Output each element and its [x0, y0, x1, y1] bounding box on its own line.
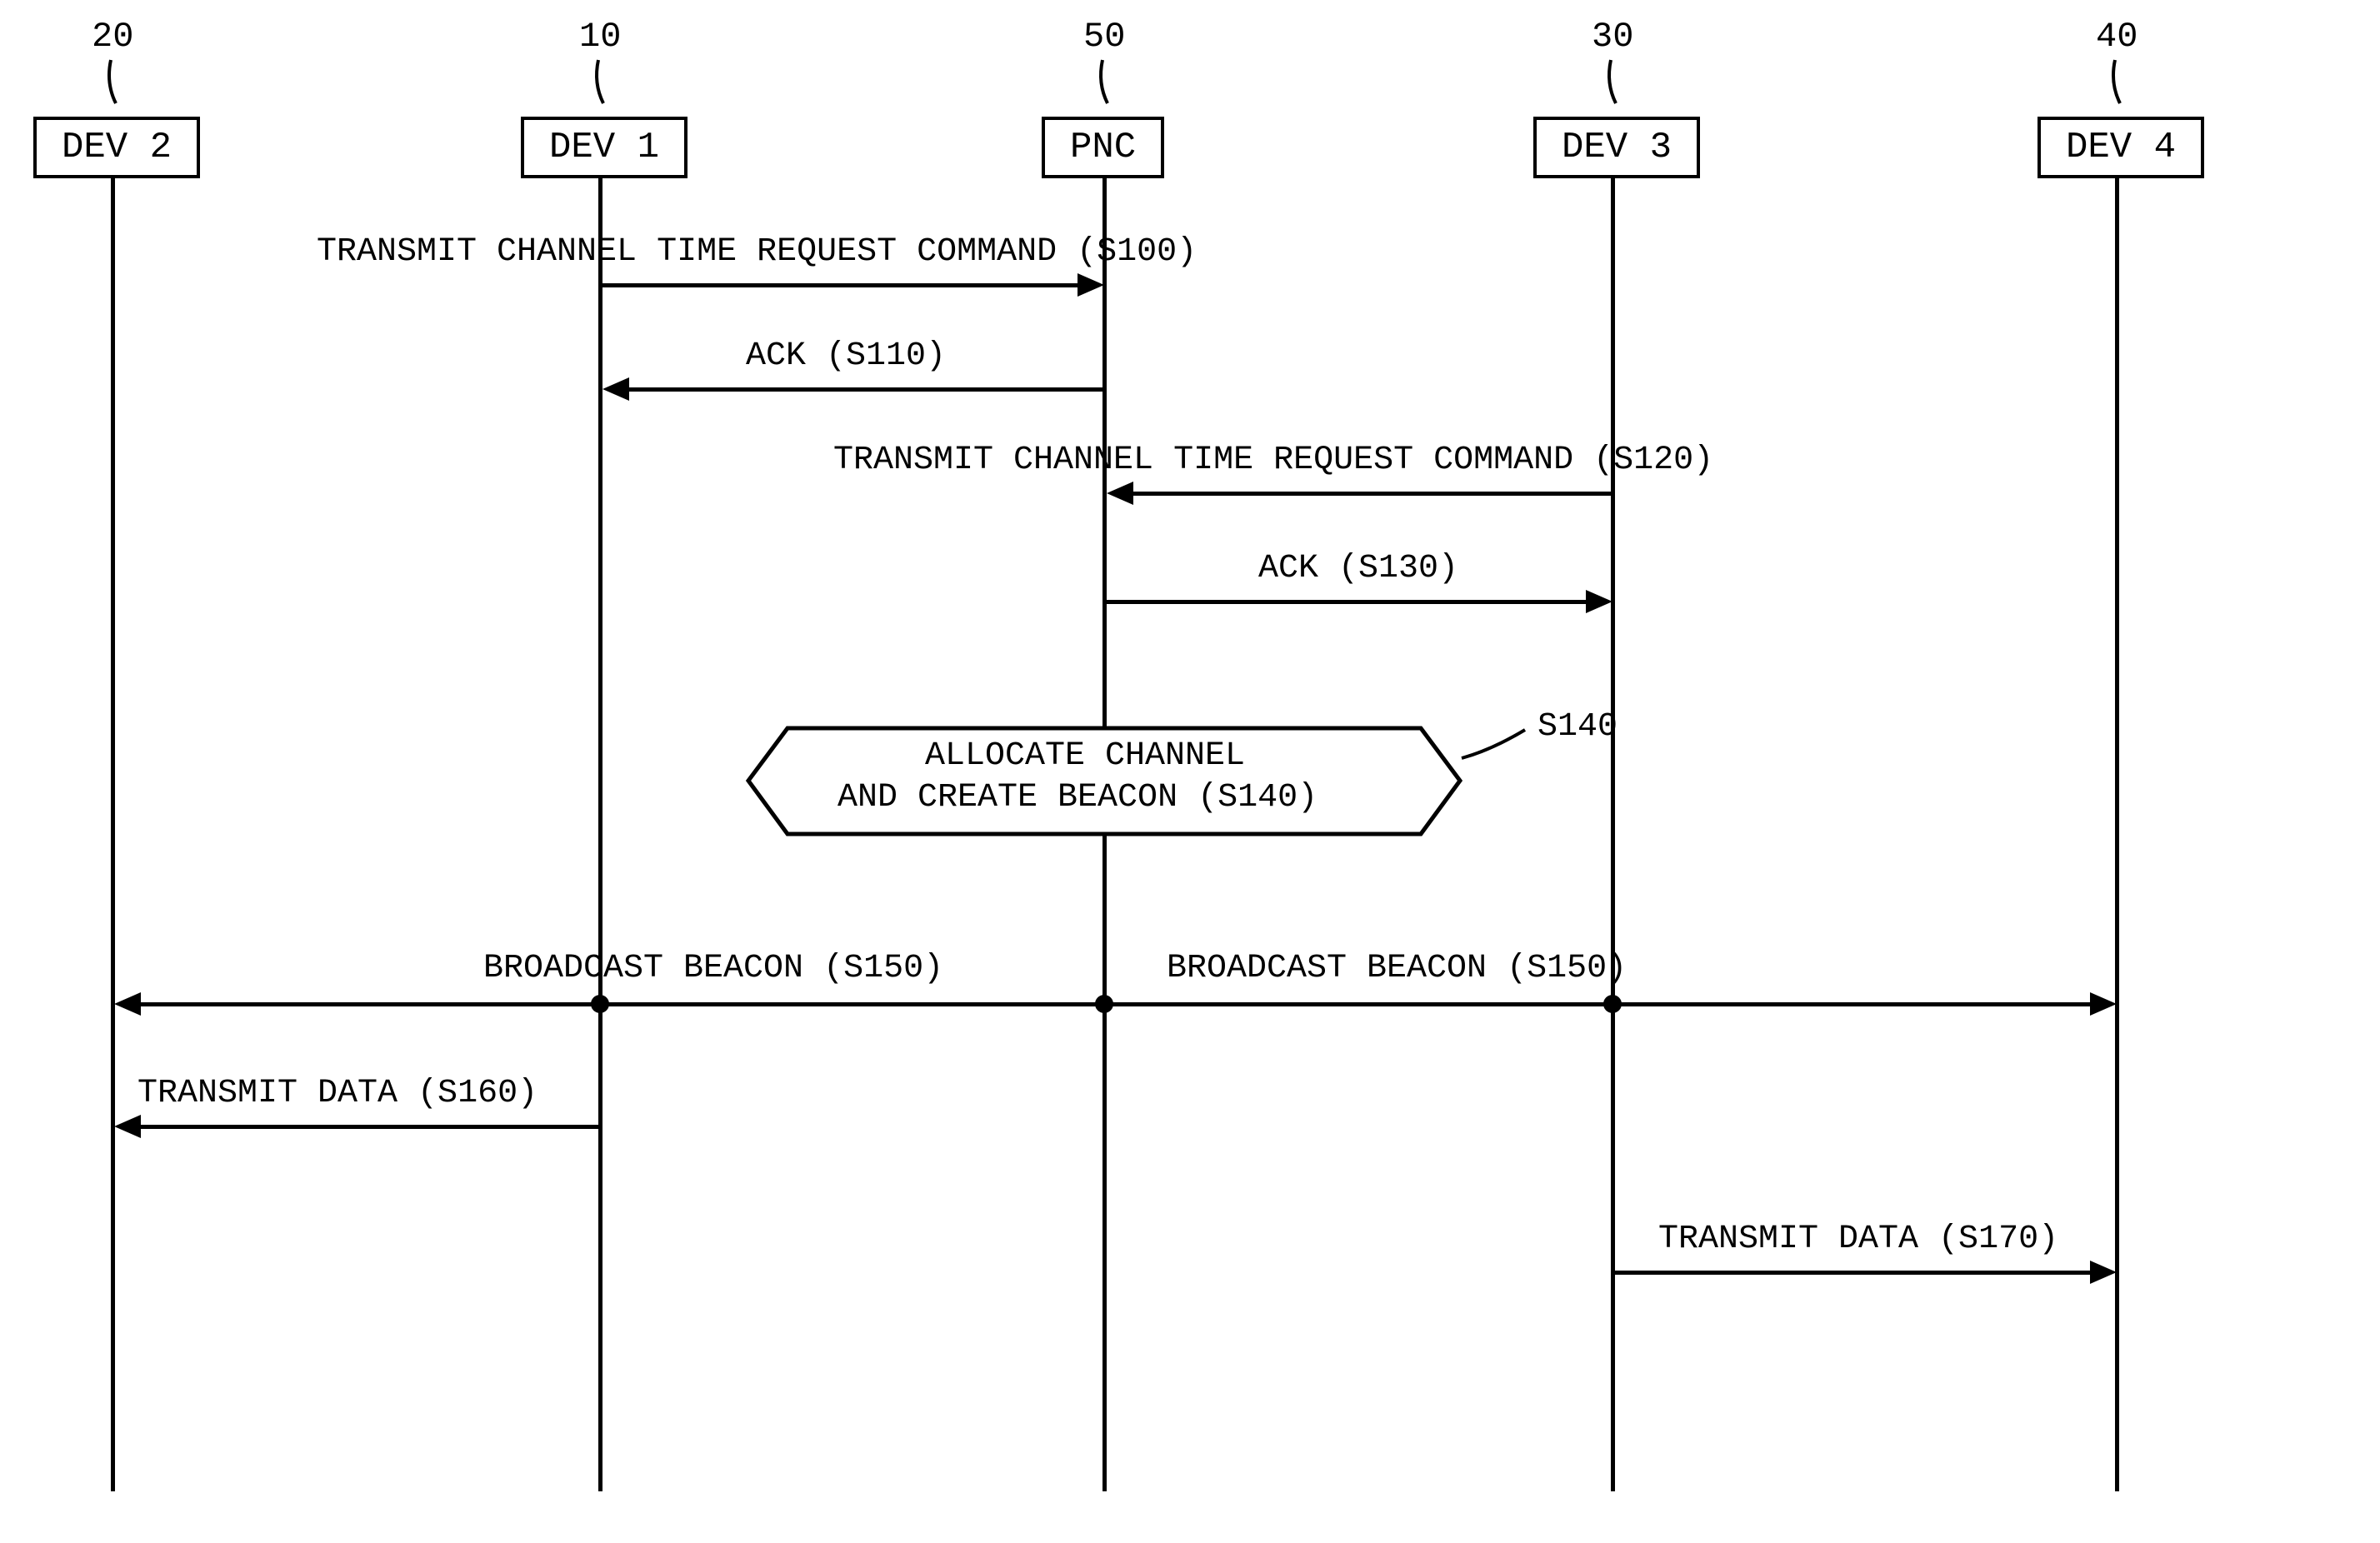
lifeline-dev2 — [111, 175, 115, 1491]
hex-s140-text1: ALLOCATE CHANNEL — [925, 737, 1245, 775]
arrowhead-s120 — [1107, 482, 1133, 505]
ref-tick-dev1 — [583, 58, 617, 108]
arrow-s120 — [1129, 492, 1612, 496]
ref-tick-dev4 — [2100, 58, 2133, 108]
dot-s150-dev3 — [1603, 995, 1622, 1013]
arrow-s130 — [1107, 600, 1590, 604]
msg-s150-left: BROADCAST BEACON (S150) — [483, 950, 943, 987]
lifeline-dev1 — [598, 175, 602, 1491]
arrowhead-s150-right — [2090, 992, 2117, 1016]
hex-s140-text2: AND CREATE BEACON (S140) — [838, 779, 1318, 816]
dot-s150-pnc — [1095, 995, 1113, 1013]
lane-pnc: PNC — [1042, 117, 1164, 178]
lane-dev3: DEV 3 — [1533, 117, 1700, 178]
ref-num-dev2: 20 — [92, 17, 133, 57]
dot-s150-dev1 — [591, 995, 609, 1013]
ref-num-dev4: 40 — [2096, 17, 2138, 57]
lane-dev1: DEV 1 — [521, 117, 688, 178]
ref-num-dev1: 10 — [579, 17, 621, 57]
ref-num-pnc: 50 — [1083, 17, 1125, 57]
ref-tick-dev2 — [96, 58, 129, 108]
arrowhead-s160 — [114, 1115, 141, 1138]
msg-s150-right: BROADCAST BEACON (S150) — [1167, 950, 1627, 987]
callout-s140-line — [1458, 725, 1533, 775]
arrow-s110 — [621, 387, 1104, 392]
ref-tick-pnc — [1088, 58, 1121, 108]
msg-s170: TRANSMIT DATA (S170) — [1658, 1221, 2058, 1258]
lane-dev4: DEV 4 — [2038, 117, 2204, 178]
ref-tick-dev3 — [1596, 58, 1629, 108]
arrowhead-s170 — [2090, 1261, 2117, 1284]
arrow-s160 — [133, 1125, 600, 1129]
msg-s160: TRANSMIT DATA (S160) — [138, 1075, 538, 1112]
arrowhead-s150-left — [114, 992, 141, 1016]
msg-s120: TRANSMIT CHANNEL TIME REQUEST COMMAND (S… — [833, 442, 1713, 479]
arrow-s100 — [602, 283, 1086, 287]
msg-s110: ACK (S110) — [746, 337, 946, 375]
lifeline-dev3 — [1611, 175, 1615, 1491]
msg-s100: TRANSMIT CHANNEL TIME REQUEST COMMAND (S… — [317, 233, 1197, 271]
callout-s140: S140 — [1538, 708, 1618, 746]
lane-dev2: DEV 2 — [33, 117, 200, 178]
lifeline-dev4 — [2115, 175, 2119, 1491]
ref-num-dev3: 30 — [1592, 17, 1633, 57]
arrow-s170 — [1615, 1271, 2094, 1275]
arrowhead-s110 — [602, 377, 629, 401]
msg-s130: ACK (S130) — [1258, 550, 1458, 587]
arrowhead-s130 — [1586, 590, 1612, 613]
arrowhead-s100 — [1078, 273, 1104, 297]
sequence-diagram: 20 10 50 30 40 DEV 2 DEV 1 PNC DEV 3 DEV… — [0, 0, 2380, 1543]
